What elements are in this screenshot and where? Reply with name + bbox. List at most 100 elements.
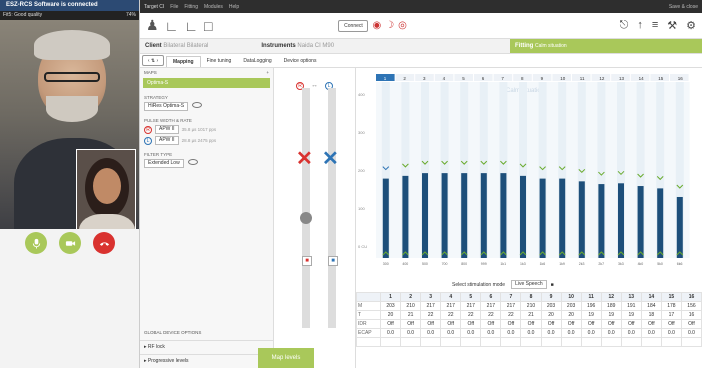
settings-icon[interactable]: ⚙ [686,19,696,32]
add-map-icon[interactable]: + [266,68,269,78]
table-cell[interactable]: 210 [400,301,422,311]
crumb-instruments[interactable]: Instruments Naida CI M90 [256,39,334,53]
table-cell[interactable] [620,337,642,347]
document-icon[interactable]: □ [204,18,212,34]
table-cell[interactable]: 0.0 [600,328,622,338]
table-cell[interactable]: 210 [520,301,542,311]
table-cell[interactable]: 178 [660,301,682,311]
table-cell[interactable]: 21 [520,310,542,320]
table-cell[interactable]: 19 [620,310,642,320]
table-cell[interactable]: 0.0 [480,328,502,338]
table-cell[interactable] [680,337,702,347]
table-cell[interactable]: Off [379,319,402,329]
network-icon[interactable]: ⎋ [620,19,629,32]
self-video[interactable] [76,149,136,229]
table-cell[interactable]: Off [500,319,522,329]
table-cell[interactable]: 0.0 [620,328,642,338]
table-cell[interactable]: 0.0 [400,328,422,338]
table-cell[interactable]: Off [660,319,682,329]
table-cell[interactable]: Off [420,319,442,329]
table-cell[interactable]: Off [640,319,662,329]
table-cell[interactable] [420,337,442,347]
table-cell[interactable]: 20 [540,310,562,320]
left-global-slider[interactable] [328,88,336,328]
stim-mode-dropdown[interactable]: Live Speech [511,280,547,289]
table-cell[interactable]: Off [680,319,702,329]
table-cell[interactable]: 0.0 [560,328,582,338]
link-icon[interactable]: ↔ [311,82,318,89]
table-cell[interactable]: 0.0 [540,328,562,338]
crumb-client[interactable]: Client Bilateral Bilateral [140,39,208,53]
sound-icon[interactable]: ◉ [372,20,381,31]
table-cell[interactable] [640,337,662,347]
table-cell[interactable]: 203 [540,301,562,311]
right-volume-marker[interactable]: ✕ [296,146,313,171]
table-cell[interactable]: 0.0 [680,328,702,338]
hangup-button[interactable] [93,232,115,254]
table-cell[interactable] [480,337,502,347]
table-cell[interactable] [500,337,522,347]
table-cell[interactable] [560,337,582,347]
table-cell[interactable]: 20 [560,310,582,320]
table-cell[interactable]: 191 [620,301,642,311]
table-cell[interactable]: 0.0 [420,328,442,338]
menu-help[interactable]: Help [229,4,239,10]
table-cell[interactable]: Off [440,319,462,329]
tab-device-options[interactable]: Device options [278,56,323,67]
stop-button[interactable]: ■ [551,282,554,288]
table-cell[interactable]: Off [400,319,422,329]
table-cell[interactable] [540,337,562,347]
table-cell[interactable]: 217 [460,301,482,311]
right-global-slider[interactable] [302,88,310,328]
table-cell[interactable] [600,337,622,347]
table-cell[interactable]: 0.0 [580,328,602,338]
save-close-button[interactable]: Save & close [669,4,698,10]
table-cell[interactable]: 0.0 [660,328,682,338]
map-levels-tab[interactable]: Map levels [258,348,314,368]
table-cell[interactable]: 0.0 [520,328,542,338]
tools-icon[interactable]: ⚒ [667,19,677,32]
table-cell[interactable]: Off [600,319,622,329]
tab-datalogging[interactable]: DataLogging [237,56,277,67]
table-cell[interactable]: Off [620,319,642,329]
menu-modules[interactable]: Modules [204,4,223,10]
tab-fine-tuning[interactable]: Fine tuning [201,56,238,67]
progressive-levels-section[interactable]: ▸ Progressive levels [140,354,274,366]
table-cell[interactable]: 217 [420,301,442,311]
menu-fitting[interactable]: Fitting [184,4,198,10]
table-cell[interactable]: 217 [480,301,502,311]
table-cell[interactable]: 189 [600,301,622,311]
tab-mapping[interactable]: Mapping [166,56,201,67]
microphone-button[interactable] [25,232,47,254]
implant-icon[interactable]: ∟ [184,18,198,34]
table-cell[interactable]: 217 [500,301,522,311]
table-cell[interactable] [440,337,462,347]
user-icon[interactable]: ♟ [146,17,159,34]
equalizer-icon[interactable]: ≡ [652,19,658,32]
table-cell[interactable] [460,337,482,347]
table-cell[interactable] [660,337,682,347]
table-cell[interactable]: Off [480,319,502,329]
table-cell[interactable] [520,337,542,347]
table-cell[interactable]: 17 [660,310,682,320]
table-cell[interactable]: 22 [500,310,522,320]
menu-file[interactable]: File [170,4,178,10]
table-cell[interactable]: 196 [580,301,602,311]
apw-dropdown-left[interactable]: APW II [155,136,179,145]
table-cell[interactable]: 22 [480,310,502,320]
table-cell[interactable]: 18 [640,310,662,320]
implant-icon[interactable]: ∟ [165,18,179,34]
table-cell[interactable]: 22 [460,310,482,320]
microphone-settings-icon[interactable]: ↑ [637,19,643,32]
table-cell[interactable]: 16 [680,310,702,320]
table-cell[interactable]: 203 [379,301,402,311]
table-cell[interactable] [400,337,422,347]
table-cell[interactable]: 22 [440,310,462,320]
table-cell[interactable]: Off [580,319,602,329]
table-cell[interactable]: 19 [580,310,602,320]
crumb-fitting[interactable]: Fitting Calm situation [510,39,702,53]
slider-thumb[interactable] [300,212,312,224]
table-cell[interactable]: 0.0 [440,328,462,338]
table-cell[interactable]: 0.0 [500,328,522,338]
table-cell[interactable]: 0.0 [640,328,662,338]
